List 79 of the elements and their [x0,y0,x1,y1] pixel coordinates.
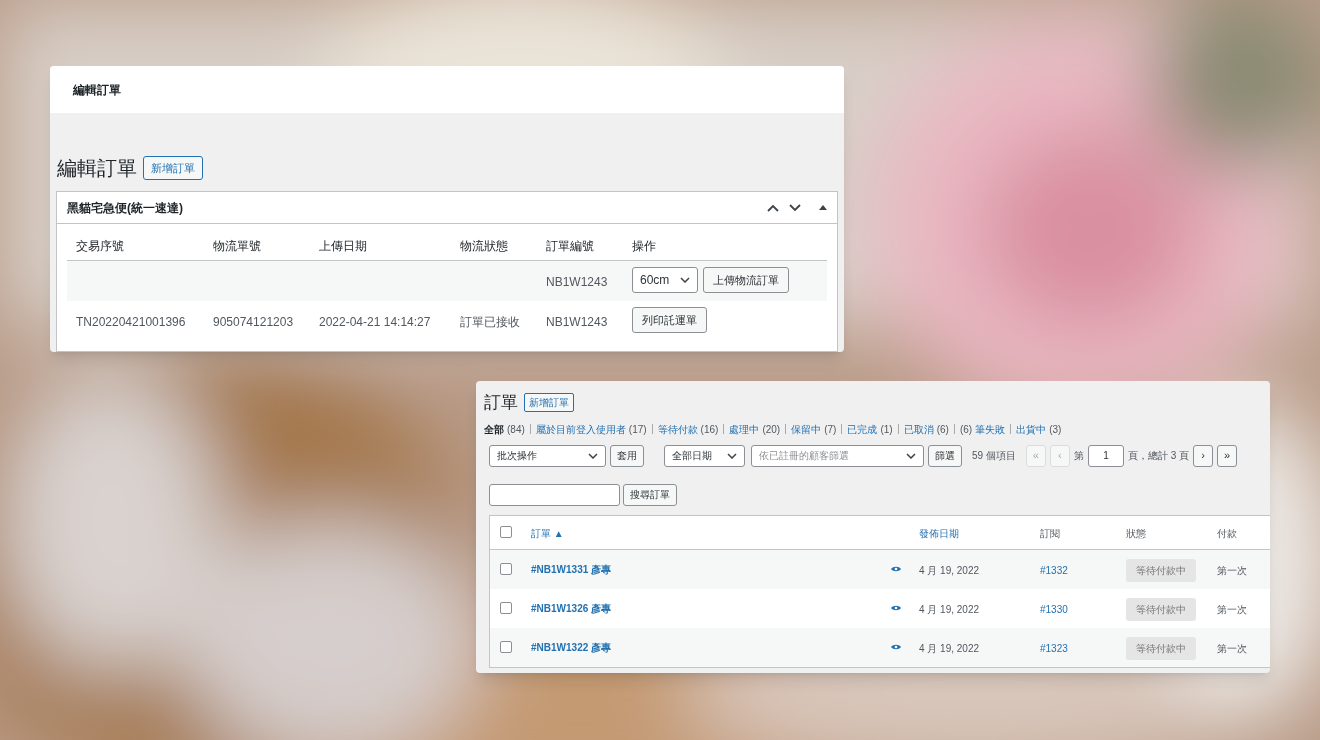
table-cell: 第一次 [1217,604,1247,615]
table-cell: 第一次 [1217,565,1247,576]
column-header: 上傳日期 [319,238,367,253]
filter-button[interactable]: 篩選 [928,444,962,467]
page-total: 頁，總計 3 頁 [1127,449,1190,463]
checkbox[interactable] [500,641,512,653]
status-badge: 等待付款中 [1126,636,1196,660]
table-cell: 訂單已接收 [460,315,520,329]
checkbox[interactable] [500,526,512,538]
eye-icon[interactable] [891,605,901,611]
filter-link[interactable]: 已完成 (1) [847,421,893,437]
add-order-button[interactable]: 新增訂單 [143,156,203,180]
filter-link[interactable]: 等待付款 (16) [657,421,719,437]
page-title: 編輯訂單 [73,81,121,99]
select-field[interactable]: 依已註冊的顧客篩選 [751,444,924,467]
page-heading: 訂單 [484,392,518,414]
order-link[interactable]: #NB1W1331 彥專 [531,561,612,577]
item-count: 59 個項目 [972,449,1016,463]
page-label: 第 [1073,449,1084,463]
table-cell: NB1W1243 [546,315,608,329]
filter-link[interactable]: 處理中 (20) [729,421,781,437]
table-cell: 905074121203 [213,315,294,329]
move-down-icon[interactable] [789,203,801,212]
chevron-down-icon [906,452,916,459]
column-header: 交易序號 [76,238,124,253]
subscription-link[interactable]: #1330 [1040,604,1068,615]
order-link[interactable]: #NB1W1326 彥專 [531,600,612,616]
table-cell: TN20220421001396 [76,315,186,329]
table-cell: 2022-04-21 14:14:27 [319,315,431,329]
checkbox[interactable] [500,602,512,614]
column-header: 付款 [1217,528,1237,539]
filter-link[interactable]: 出貨中 (3) [1016,421,1062,437]
table-cell: 4 月 19, 2022 [919,643,980,654]
pagination-button[interactable]: › [1193,444,1214,467]
page-heading: 編輯訂單 [57,156,137,181]
search-field[interactable] [489,483,620,506]
column-header: 訂單編號 [546,238,594,253]
subscription-link[interactable]: #1332 [1040,565,1068,576]
chevron-down-icon [727,452,737,459]
eye-icon[interactable] [891,644,901,650]
select-field[interactable]: 60cm [632,267,698,293]
subscription-link[interactable]: #1323 [1040,643,1068,654]
page-input[interactable]: 1 [1087,444,1124,467]
select-field[interactable]: 批次操作 [489,444,606,467]
action-button[interactable]: 上傳物流訂單 [703,267,789,293]
eye-icon[interactable] [891,566,901,572]
column-header: 物流狀態 [460,238,508,253]
column-header: 狀態 [1126,528,1146,539]
box-title: 黑貓宅急便(統一速達) [67,199,183,217]
filter-link[interactable]: 已取消 (6) [903,421,949,437]
column-header: 物流單號 [213,238,261,253]
filter-link[interactable]: 保留中 (7) [791,421,837,437]
column-header: 操作 [632,238,656,253]
action-button[interactable]: 列印託運單 [632,307,707,333]
table-cell: 4 月 19, 2022 [919,604,980,615]
apply-button[interactable]: 套用 [610,444,644,467]
column-header[interactable]: 訂單 ▲ [531,528,564,539]
status-badge: 等待付款中 [1126,558,1196,582]
pagination-button: « [1025,444,1046,467]
chevron-down-icon [680,277,690,283]
pagination-button: ‹ [1049,444,1070,467]
collapse-icon[interactable] [819,205,827,210]
status-badge: 等待付款中 [1126,597,1196,621]
table-cell: 4 月 19, 2022 [919,565,980,576]
select-field[interactable]: 全部日期 [664,444,745,467]
pagination-button[interactable]: » [1217,444,1238,467]
filter-link[interactable]: (6) 筆失敗 [959,421,1006,437]
column-header[interactable]: 發佈日期 [919,528,959,539]
filter-link[interactable]: 屬於目前登入使用者 (17) [535,421,647,437]
table-cell: NB1W1243 [546,275,608,289]
column-header: 訂閱 [1040,528,1060,539]
search-button[interactable]: 搜尋訂單 [623,483,677,506]
filter-link[interactable]: 全部 (84) [484,421,525,437]
move-up-icon[interactable] [767,203,779,212]
table-cell: 第一次 [1217,643,1247,654]
add-order-button[interactable]: 新增訂單 [524,393,574,413]
order-link[interactable]: #NB1W1322 彥專 [531,639,612,655]
chevron-down-icon [588,452,598,459]
checkbox[interactable] [500,563,512,575]
